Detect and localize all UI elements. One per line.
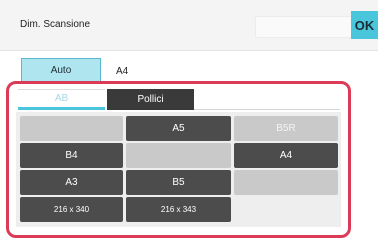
tab-ab[interactable]: AB bbox=[18, 89, 105, 110]
tab-pollici[interactable]: Pollici bbox=[107, 89, 194, 110]
size-button-custom-216x340[interactable]: 216 x 340 bbox=[20, 197, 123, 222]
scan-size-screen: Dim. Scansione OK Auto A4 AB Pollici A5 … bbox=[0, 0, 378, 242]
size-button-blank-3 bbox=[234, 170, 338, 195]
size-button-a4[interactable]: A4 bbox=[234, 143, 338, 168]
size-button-custom-216x343[interactable]: 216 x 343 bbox=[126, 197, 231, 222]
size-button-a5[interactable]: A5 bbox=[126, 116, 231, 141]
size-button-b5[interactable]: B5 bbox=[126, 170, 231, 195]
auto-mode-button[interactable]: Auto bbox=[21, 58, 101, 83]
ok-button[interactable]: OK bbox=[351, 11, 378, 39]
size-button-blank-1 bbox=[20, 116, 123, 141]
size-button-blank-2 bbox=[126, 143, 231, 168]
current-size-label: A4 bbox=[116, 66, 129, 77]
size-button-b5r: B5R bbox=[234, 116, 338, 141]
size-button-a3[interactable]: A3 bbox=[20, 170, 123, 195]
header-divider bbox=[0, 50, 378, 51]
size-button-b4[interactable]: B4 bbox=[20, 143, 123, 168]
page-title: Dim. Scansione bbox=[20, 19, 91, 30]
tabs-divider bbox=[194, 109, 340, 110]
header-field bbox=[255, 16, 352, 38]
